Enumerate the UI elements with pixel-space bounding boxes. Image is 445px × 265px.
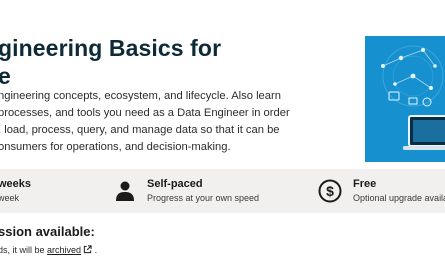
person-icon xyxy=(116,181,134,201)
pace-subtext: Progress at your own speed xyxy=(147,193,260,203)
pace-label: Self-paced xyxy=(147,178,203,190)
session-heading: ssion available: xyxy=(0,224,95,239)
price-label: Free xyxy=(353,178,377,190)
course-stats-bar: weeks week Self-paced Progress at your o… xyxy=(0,169,445,213)
session-text: ds, it will be archived . xyxy=(0,245,97,255)
course-description: ngineering concepts, ecosystem, and life… xyxy=(0,88,346,156)
session-text-after: . xyxy=(92,245,98,255)
archived-link[interactable]: archived xyxy=(47,245,81,255)
duration-stat: weeks week xyxy=(0,169,110,213)
dollar-icon: $ xyxy=(318,179,342,203)
duration-label: weeks xyxy=(0,178,32,190)
description-line: processes, and tools you need as a Data … xyxy=(0,107,290,119)
svg-text:$: $ xyxy=(326,183,334,199)
session-text-before: ds, it will be xyxy=(0,245,48,255)
description-line: ngineering concepts, ecosystem, and life… xyxy=(0,90,281,102)
course-title-line-2: e xyxy=(0,63,11,89)
pace-stat: Self-paced Progress at your own speed xyxy=(110,169,310,213)
description-line: onsumers for operations, and decision-ma… xyxy=(0,141,231,153)
course-hero-image xyxy=(365,36,445,162)
price-stat: $ Free Optional upgrade availab xyxy=(310,169,445,213)
course-title: gineering Basics for e xyxy=(0,34,298,90)
external-link-icon[interactable] xyxy=(83,245,92,254)
duration-subtext: week xyxy=(0,193,20,203)
laptop-data-illustration xyxy=(381,45,445,150)
price-subtext: Optional upgrade availab xyxy=(353,193,445,203)
course-title-line-1: gineering Basics for xyxy=(0,35,222,61)
description-line: , load, process, query, and manage data … xyxy=(0,124,280,136)
